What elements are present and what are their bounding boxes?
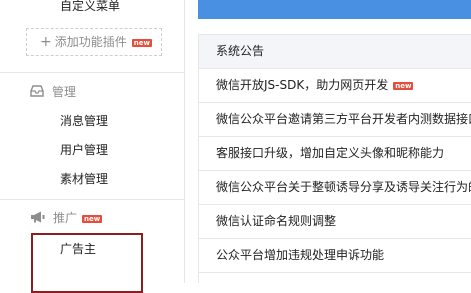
- new-badge: new: [82, 214, 103, 223]
- plus-icon: +: [40, 34, 52, 50]
- sidebar-item-material-manage[interactable]: 素材管理: [60, 171, 108, 187]
- sidebar-group-label: 推广: [53, 211, 78, 225]
- announcement-item-text[interactable]: 微信开放JS-SDK，助力网页开发: [216, 78, 388, 92]
- sidebar-item-user-manage[interactable]: 用户管理: [60, 142, 108, 158]
- sidebar-group-label: 管理: [52, 85, 77, 99]
- sidebar-item-advertiser[interactable]: 广告主: [60, 242, 96, 256]
- sidebar-divider: [0, 72, 184, 73]
- sidebar-group-promotion: 推广 new: [30, 210, 103, 227]
- announcement-item[interactable]: 微信公众平台邀请第三方平台开发者内测数据接口: [199, 103, 471, 137]
- new-badge: new: [131, 38, 152, 47]
- announcement-item[interactable]: 公众平台增加违规处理申诉功能: [199, 239, 471, 273]
- inbox-icon: [30, 84, 44, 101]
- announcement-item[interactable]: 微信认证命名规则调整: [199, 205, 471, 239]
- new-badge: new: [393, 81, 414, 90]
- add-plugin-button[interactable]: + 添加功能插件 new: [26, 28, 162, 56]
- sidebar-group-manage: 管理: [30, 84, 76, 101]
- top-banner[interactable]: [198, 0, 471, 19]
- main-content: 系统公告 微信开放JS-SDK，助力网页开发 new 微信公众平台邀请第三方平台开…: [185, 0, 471, 283]
- add-plugin-label: 添加功能插件: [54, 35, 127, 49]
- announcement-title: 系统公告: [199, 35, 471, 69]
- sidebar-item-message-manage[interactable]: 消息管理: [60, 113, 108, 129]
- sidebar: 自定义菜单 + 添加功能插件 new 管理 消息管理 用户管理 素材管理 推广 new…: [0, 0, 185, 293]
- megaphone-icon: [30, 211, 45, 227]
- announcement-item[interactable]: 微信公众平台关于整顿诱导分享及诱导关注行为的: [199, 171, 471, 205]
- sidebar-item-custom-menu[interactable]: 自定义菜单: [60, 0, 120, 13]
- announcement-panel: 系统公告 微信开放JS-SDK，助力网页开发 new 微信公众平台邀请第三方平台开…: [198, 34, 471, 283]
- announcement-item[interactable]: 客服接口升级，增加自定义头像和昵称能力: [199, 137, 471, 171]
- sidebar-divider: [0, 199, 184, 200]
- announcement-item[interactable]: 微信开放JS-SDK，助力网页开发 new: [199, 69, 471, 103]
